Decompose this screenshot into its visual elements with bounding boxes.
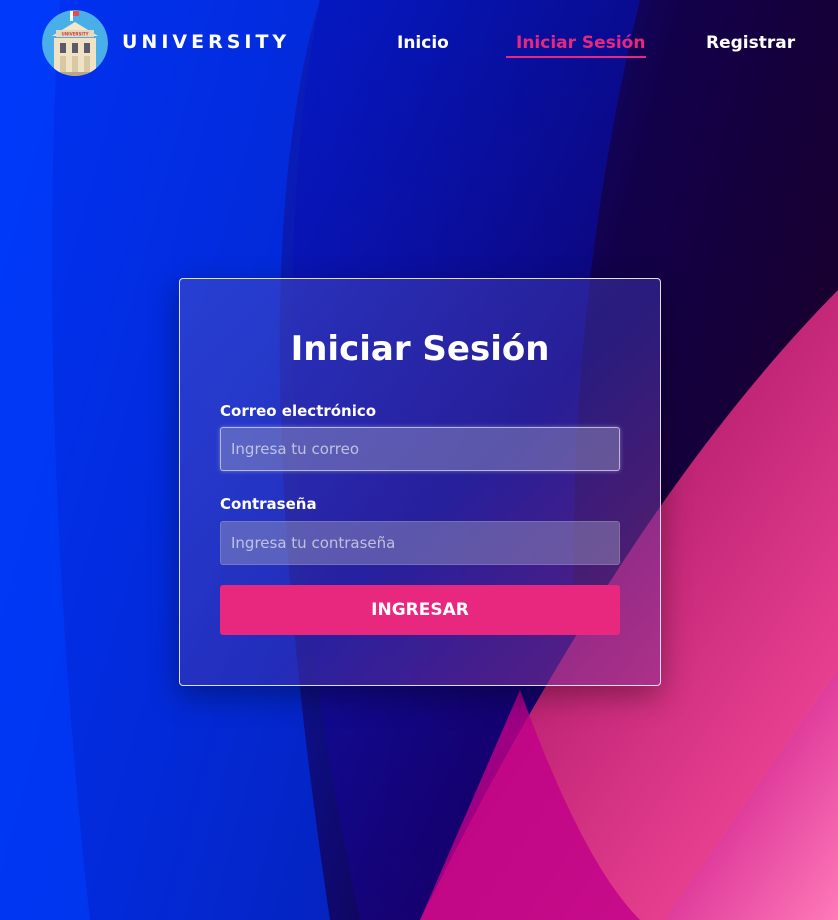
login-card: Iniciar Sesión Correo electrónico Contra… xyxy=(179,278,661,686)
submit-button[interactable]: INGRESAR xyxy=(220,585,620,635)
university-logo[interactable]: UNIVERSITY xyxy=(42,10,108,76)
nav-link-registrar[interactable]: Registrar xyxy=(706,33,795,53)
active-nav-indicator xyxy=(506,56,646,58)
university-sign-text: UNIVERSITY xyxy=(62,32,89,37)
top-navigation: UNIVERSITY UNIVERSITY Inicio Iniciar Ses… xyxy=(0,0,838,90)
nav-link-inicio[interactable]: Inicio xyxy=(397,33,449,53)
university-building-icon: UNIVERSITY xyxy=(42,10,108,76)
login-title: Iniciar Sesión xyxy=(290,329,550,369)
email-label: Correo electrónico xyxy=(220,402,377,420)
nav-link-iniciar-sesion[interactable]: Iniciar Sesión xyxy=(516,33,645,53)
brand-name: UNIVERSITY xyxy=(122,31,291,53)
email-input[interactable] xyxy=(220,427,620,471)
password-label: Contraseña xyxy=(220,495,317,513)
password-input[interactable] xyxy=(220,521,620,565)
